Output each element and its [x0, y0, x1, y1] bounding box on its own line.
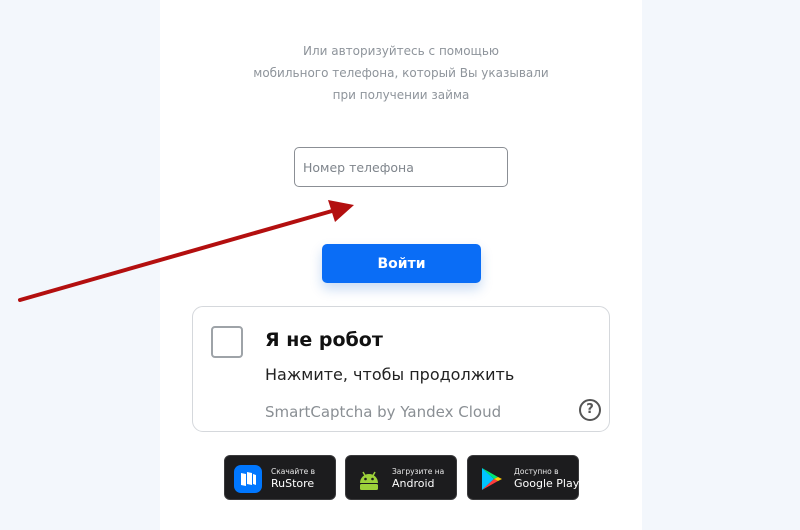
google-play-badge[interactable]: Доступно в Google Play	[467, 455, 579, 500]
android-badge[interactable]: Загрузите на Android	[345, 455, 457, 500]
phone-number-input[interactable]	[294, 147, 508, 187]
instruction-line: при получении займа	[332, 88, 470, 102]
captcha-title: Я не робот	[265, 329, 383, 351]
android-icon	[360, 471, 378, 490]
captcha-widget: Я не робот Нажмите, чтобы продолжить Sma…	[192, 306, 610, 432]
login-instructions: Или авторизуйтесь с помощью мобильного т…	[160, 40, 642, 106]
help-icon[interactable]: ?	[579, 399, 601, 421]
store-caption: Загрузите на	[392, 467, 445, 476]
instruction-line: Или авторизуйтесь с помощью	[302, 44, 500, 58]
captcha-checkbox[interactable]	[211, 326, 243, 358]
store-name: Google Play	[514, 477, 580, 490]
rustore-icon	[234, 465, 262, 493]
instruction-line: мобильного телефона, который Вы указывал…	[253, 66, 549, 80]
captcha-brand: SmartCaptcha by Yandex Cloud	[265, 403, 502, 421]
google-play-icon	[482, 468, 502, 490]
store-name: Android	[392, 477, 435, 490]
store-caption: Доступно в	[514, 467, 559, 476]
store-name: RuStore	[271, 477, 315, 490]
captcha-subtitle: Нажмите, чтобы продолжить	[265, 365, 515, 384]
store-caption: Скачайте в	[271, 467, 316, 476]
rustore-badge[interactable]: Скачайте в RuStore	[224, 455, 336, 500]
login-button[interactable]: Войти	[322, 244, 481, 283]
